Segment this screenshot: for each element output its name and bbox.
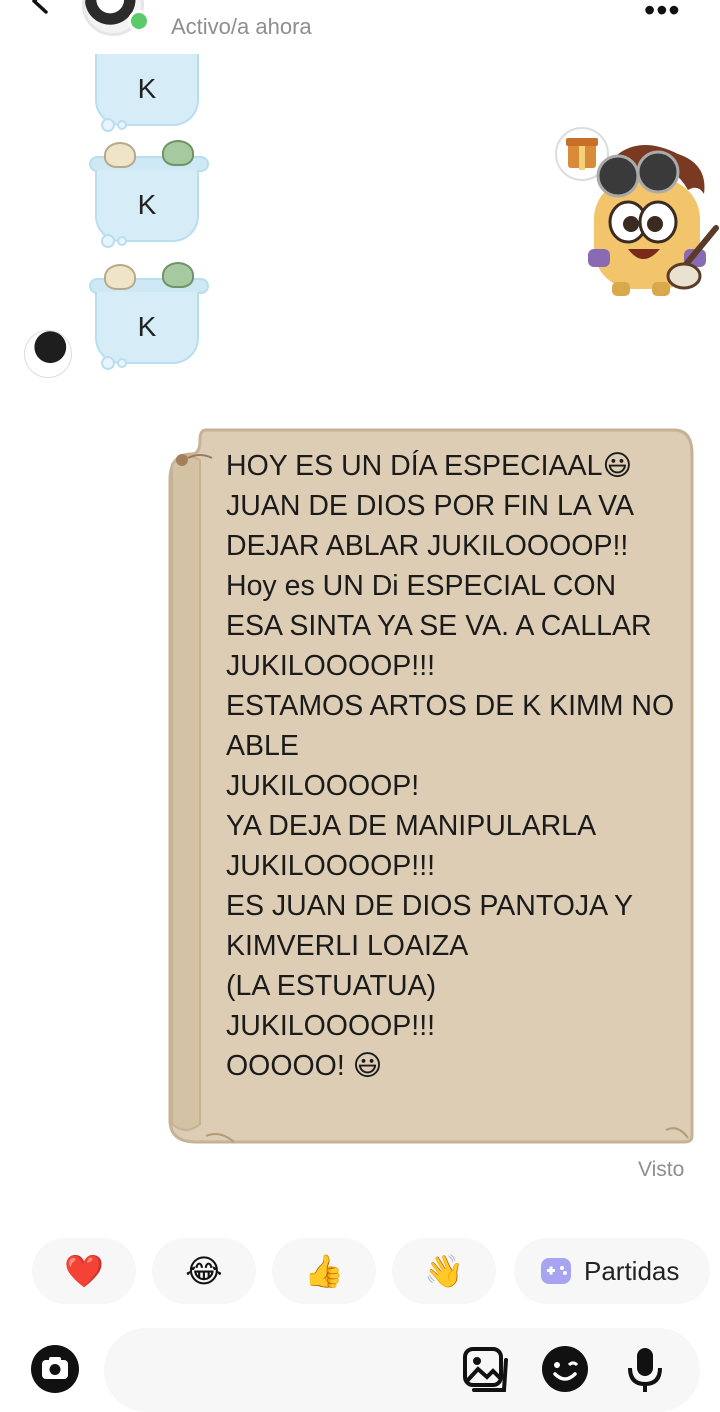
rocker-sticker[interactable] xyxy=(548,124,720,300)
seen-status: Visto xyxy=(638,1158,685,1181)
frog-icon xyxy=(162,140,194,166)
partidas-label: Partidas xyxy=(584,1255,680,1286)
gallery-icon[interactable] xyxy=(460,1344,510,1394)
sent-message-text: HOY ES UN DÍA ESPECIAAL😃 JUAN DE DIOS PO… xyxy=(226,450,675,1082)
received-message[interactable]: K xyxy=(95,54,199,132)
microphone-icon[interactable] xyxy=(620,1344,670,1394)
frog-icon xyxy=(162,262,194,288)
message-text: K xyxy=(137,73,157,104)
laughing-emoji-icon: 😂 xyxy=(185,1253,223,1289)
message-text: K xyxy=(137,189,157,220)
game-controller-icon xyxy=(541,1258,571,1284)
received-message[interactable]: K xyxy=(95,170,199,248)
camera-icon[interactable] xyxy=(30,1344,80,1394)
quick-reply-wave[interactable]: 👋 xyxy=(392,1238,496,1304)
chat-header: Activo/a ahora ••• xyxy=(0,0,720,52)
quick-reply-laugh[interactable]: 😂 xyxy=(152,1238,256,1304)
sender-avatar[interactable] xyxy=(24,330,72,378)
online-dot xyxy=(128,10,150,32)
wave-hand-icon: 👋 xyxy=(424,1253,464,1289)
quick-reply-thumbs-up[interactable]: 👍 xyxy=(272,1238,376,1304)
message-input[interactable] xyxy=(104,1328,700,1412)
heart-icon: ❤️ xyxy=(64,1253,104,1289)
pig-icon xyxy=(104,264,136,290)
more-dots-icon[interactable]: ••• xyxy=(644,0,681,29)
active-status: Activo/a ahora xyxy=(171,14,312,39)
received-message[interactable]: K xyxy=(95,292,199,370)
thumbs-up-icon: 👍 xyxy=(304,1253,344,1289)
message-text: K xyxy=(137,311,157,342)
chevron-left-icon[interactable] xyxy=(26,0,56,16)
sticker-icon[interactable] xyxy=(540,1344,590,1394)
quick-reply-partidas[interactable]: Partidas xyxy=(514,1238,710,1304)
quick-reply-heart[interactable]: ❤️ xyxy=(32,1238,136,1304)
pig-icon xyxy=(104,142,136,168)
